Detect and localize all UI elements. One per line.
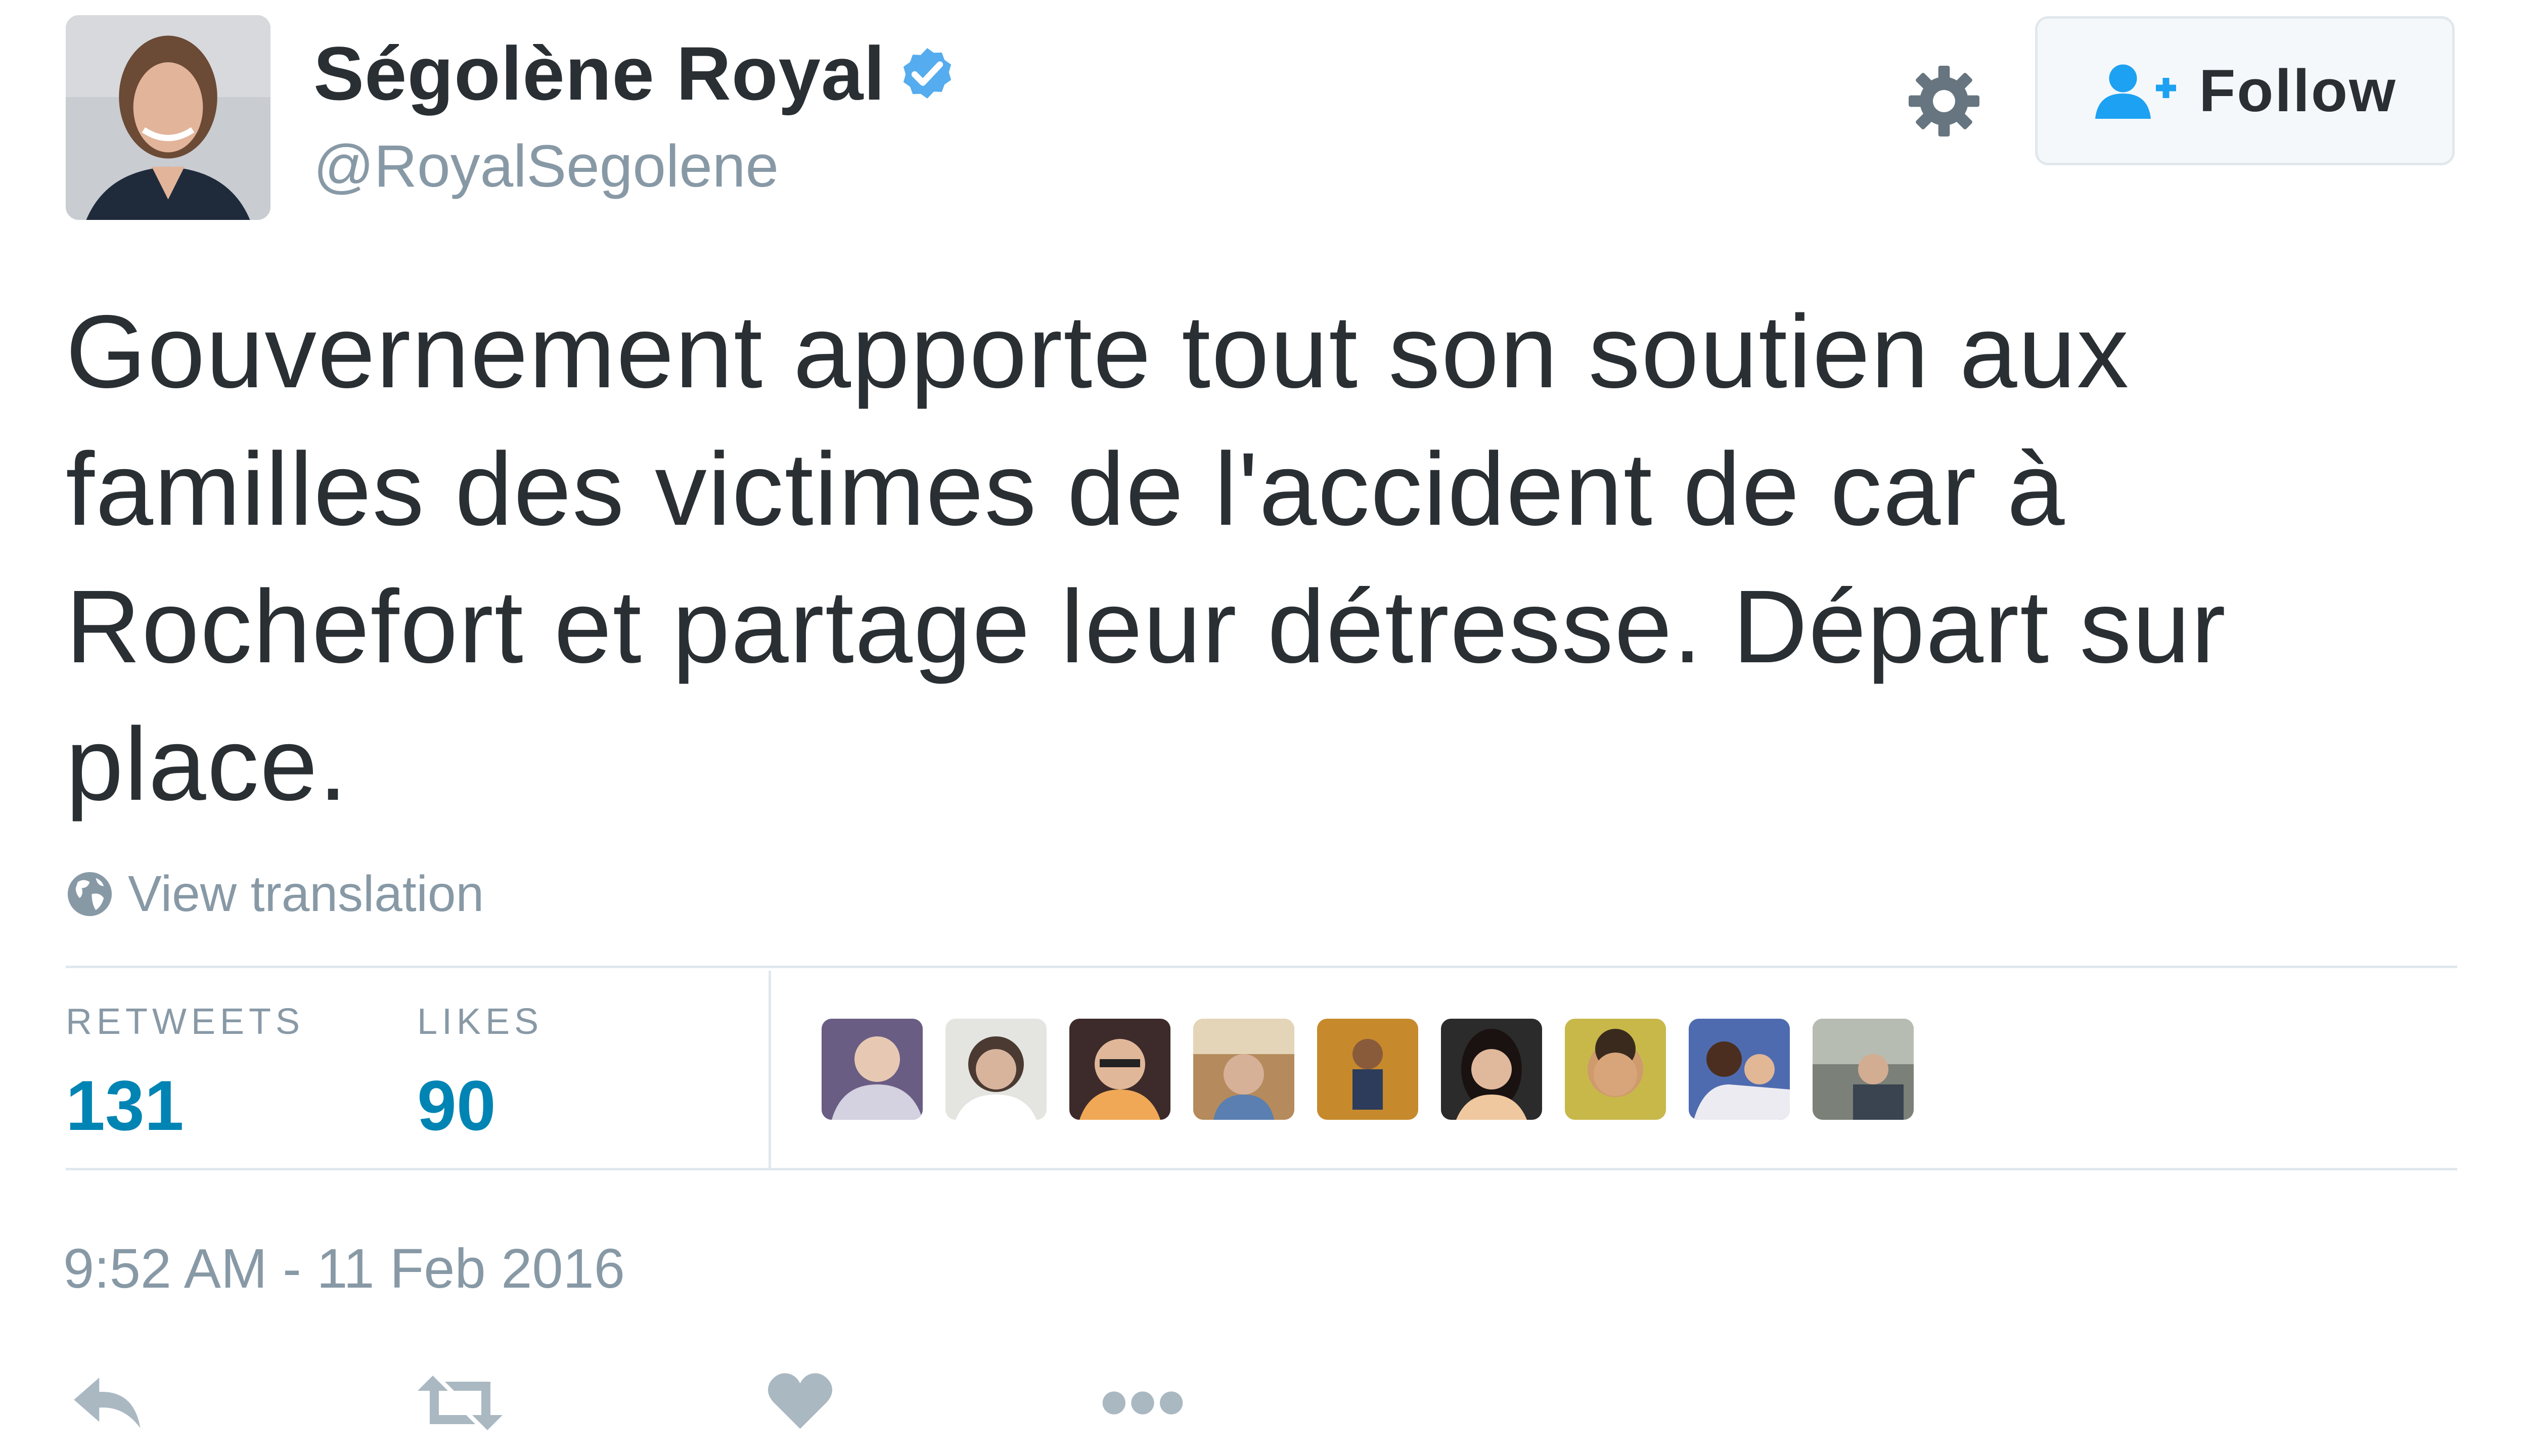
liker-avatar[interactable] bbox=[1565, 1019, 1666, 1120]
retweets-label: RETWEETS bbox=[66, 1002, 305, 1042]
liker-avatar[interactable] bbox=[1317, 1019, 1418, 1120]
divider-top bbox=[66, 966, 2457, 968]
follow-button[interactable]: Follow bbox=[2035, 16, 2455, 165]
follow-button-label: Follow bbox=[2199, 57, 2397, 124]
stats-divider bbox=[769, 971, 771, 1168]
liker-avatar[interactable] bbox=[1069, 1019, 1170, 1120]
likes-count: 90 bbox=[417, 1066, 496, 1145]
tweet-stats: RETWEETS 131 LIKES 90 bbox=[66, 971, 2457, 1168]
liker-avatar[interactable] bbox=[1441, 1019, 1542, 1120]
gear-icon[interactable] bbox=[1904, 61, 1984, 142]
more-icon[interactable] bbox=[1100, 1388, 1186, 1418]
retweets-stat[interactable]: RETWEETS 131 bbox=[66, 1004, 304, 1141]
retweets-count: 131 bbox=[66, 1066, 184, 1145]
tweet-timestamp[interactable]: 9:52 AM - 11 Feb 2016 bbox=[63, 1241, 625, 1297]
likes-stat[interactable]: LIKES 90 bbox=[417, 1004, 543, 1141]
liker-avatar[interactable] bbox=[822, 1019, 923, 1120]
user-avatar[interactable] bbox=[66, 15, 270, 220]
tweet-text: Gouvernement apporte tout son soutien au… bbox=[66, 294, 2227, 822]
user-fullname[interactable]: Ségolène Royal bbox=[313, 35, 885, 111]
liker-avatar[interactable] bbox=[1689, 1019, 1790, 1120]
add-user-icon bbox=[2095, 64, 2177, 119]
liker-avatar[interactable] bbox=[945, 1019, 1047, 1120]
user-name-row[interactable]: Ségolène Royal bbox=[313, 35, 960, 111]
liker-avatar[interactable] bbox=[1193, 1019, 1294, 1120]
user-handle[interactable]: @RoyalSegolene bbox=[313, 136, 779, 196]
verified-badge-icon bbox=[903, 48, 952, 99]
view-translation-label: View translation bbox=[128, 866, 484, 922]
divider-bottom bbox=[66, 1168, 2457, 1170]
likes-label: LIKES bbox=[417, 1002, 544, 1042]
tweet-card: Ségolène Royal @RoyalSegolene Follow Gou… bbox=[0, 0, 2528, 1456]
globe-icon bbox=[67, 872, 112, 916]
likers-avatars bbox=[822, 1019, 1936, 1120]
reply-icon[interactable] bbox=[71, 1370, 147, 1436]
liker-avatar[interactable] bbox=[1813, 1019, 1914, 1120]
heart-icon[interactable] bbox=[766, 1368, 834, 1433]
view-translation-link[interactable]: View translation bbox=[66, 869, 484, 919]
retweet-icon[interactable] bbox=[415, 1373, 506, 1433]
